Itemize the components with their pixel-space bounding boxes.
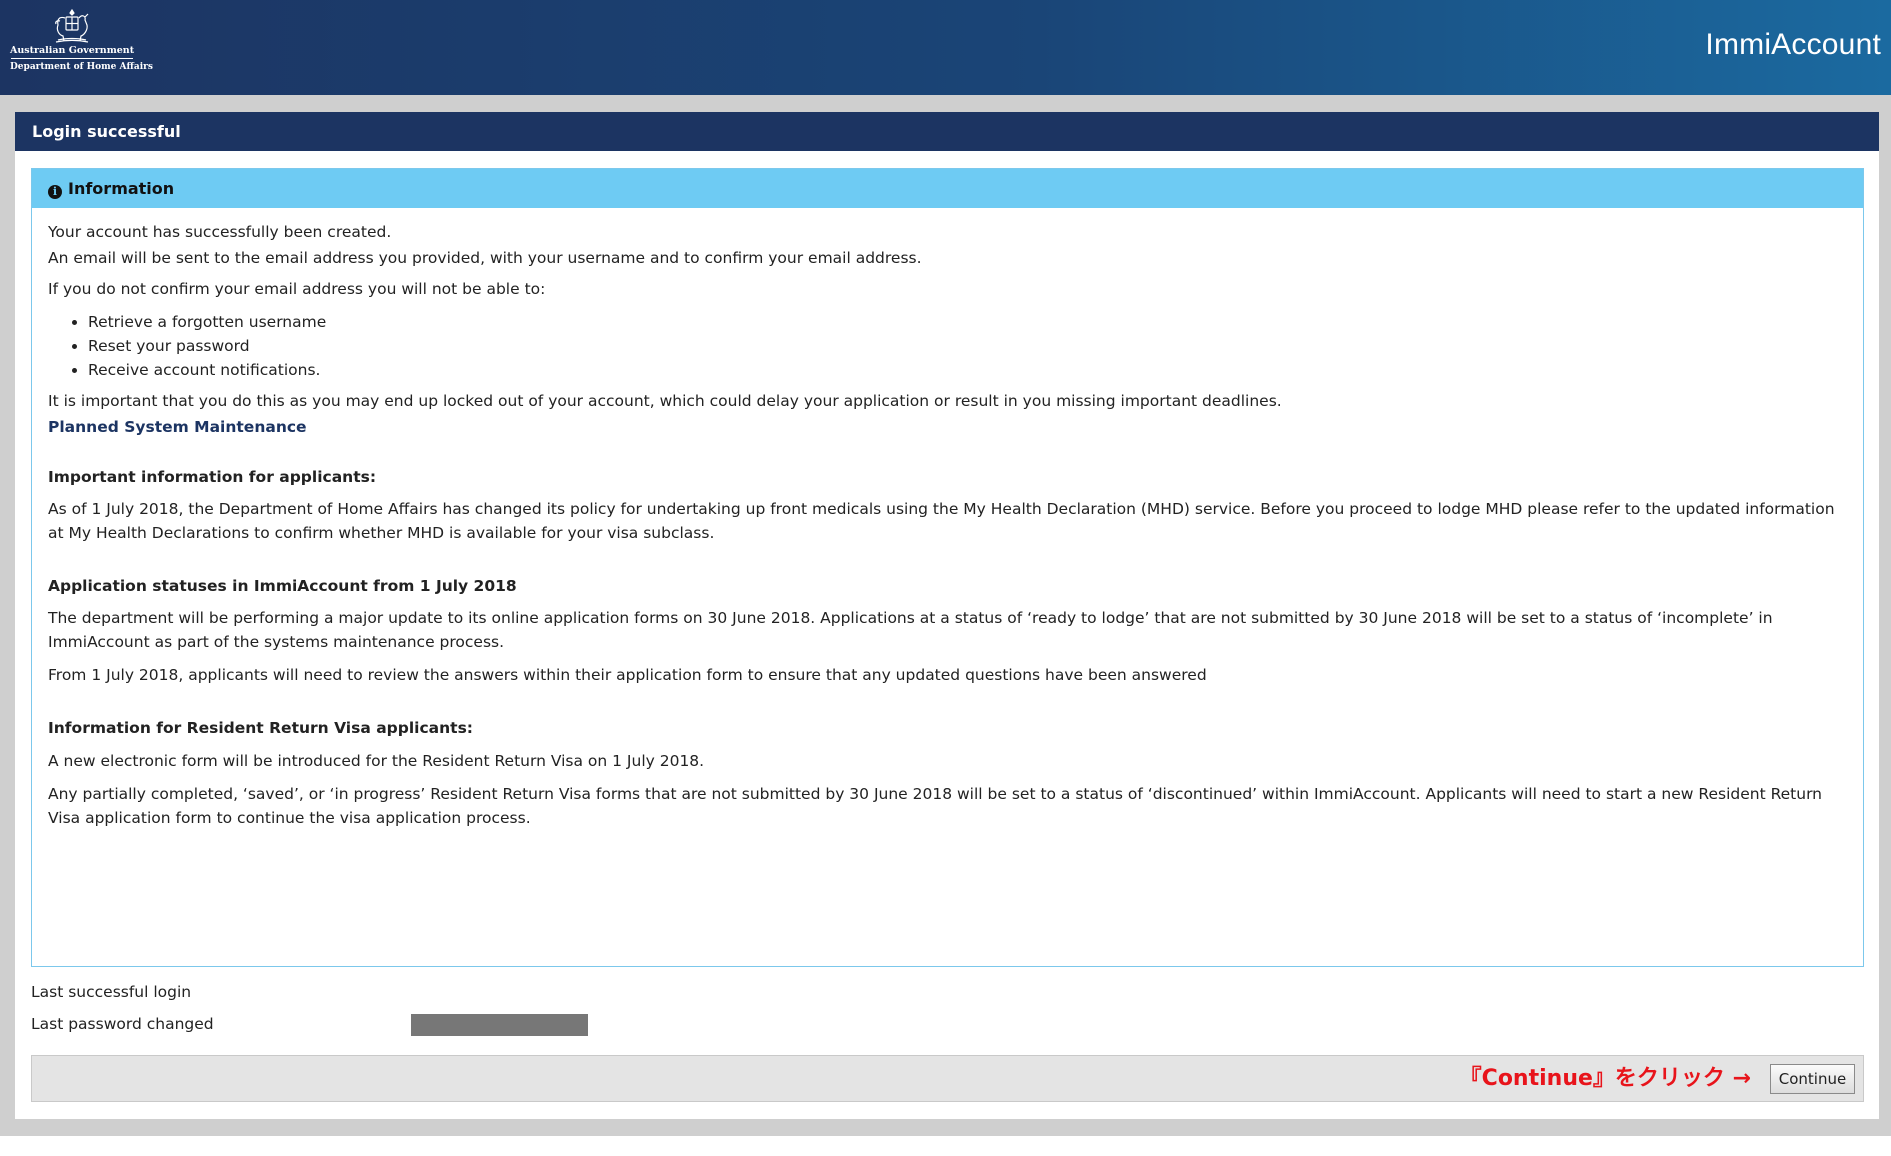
important-warning-text: It is important that you do this as you … (48, 392, 1282, 410)
information-body: Your account has successfully been creat… (32, 208, 1863, 849)
last-login-row: Last successful login (31, 976, 397, 1008)
statuses-text-1: The department will be performing a majo… (48, 609, 1773, 651)
government-logo[interactable]: Australian Government Department of Home… (10, 8, 153, 86)
applicants-heading: Important information for applicants: (48, 468, 377, 486)
information-title: Information (68, 179, 175, 198)
action-bar: 『Continue』をクリック → Continue (31, 1055, 1864, 1102)
footer-strip (0, 1136, 1891, 1156)
list-item: Receive account notifications. (88, 358, 1847, 382)
list-item: Retrieve a forgotten username (88, 310, 1847, 334)
government-name: Australian Government (10, 45, 135, 56)
coat-of-arms-icon (55, 8, 89, 43)
planned-maintenance-link[interactable]: Planned System Maintenance (48, 418, 307, 436)
account-created-text: Your account has successfully been creat… (48, 223, 392, 241)
app-title: ImmiAccount (1705, 28, 1881, 61)
applicants-text: As of 1 July 2018, the Department of Hom… (48, 500, 1835, 542)
site-header: Australian Government Department of Home… (0, 0, 1891, 95)
rrv-heading: Information for Resident Return Visa app… (48, 719, 473, 737)
last-password-label: Last password changed (31, 1015, 214, 1033)
confirm-email-text: If you do not confirm your email address… (48, 280, 546, 298)
statuses-text-2: From 1 July 2018, applicants will need t… (48, 666, 1207, 684)
logo-divider (11, 58, 133, 59)
information-box: i Information Your account has successful… (31, 168, 1864, 967)
rrv-text-2: Any partially completed, ‘saved’, or ‘in… (48, 785, 1823, 827)
consequences-list: Retrieve a forgotten username Reset your… (88, 310, 1847, 382)
panel-title: Login successful (15, 112, 1879, 151)
login-success-panel: Login successful i Information Your accou… (15, 112, 1879, 1119)
info-icon: i (48, 185, 62, 199)
department-name: Department of Home Affairs (10, 62, 153, 72)
redacted-value (411, 1014, 588, 1036)
information-header: i Information (32, 169, 1863, 208)
continue-hint-annotation: 『Continue』をクリック → (1459, 1066, 1751, 1091)
statuses-heading: Application statuses in ImmiAccount from… (48, 577, 517, 595)
rrv-text-1: A new electronic form will be introduced… (48, 752, 705, 770)
list-item: Reset your password (88, 334, 1847, 358)
last-password-row: Last password changed (31, 1008, 588, 1040)
continue-button[interactable]: Continue (1770, 1064, 1855, 1094)
last-login-label: Last successful login (31, 983, 192, 1001)
login-details: Last successful login Last password chan… (31, 976, 588, 1040)
email-sent-text: An email will be sent to the email addre… (48, 249, 922, 267)
